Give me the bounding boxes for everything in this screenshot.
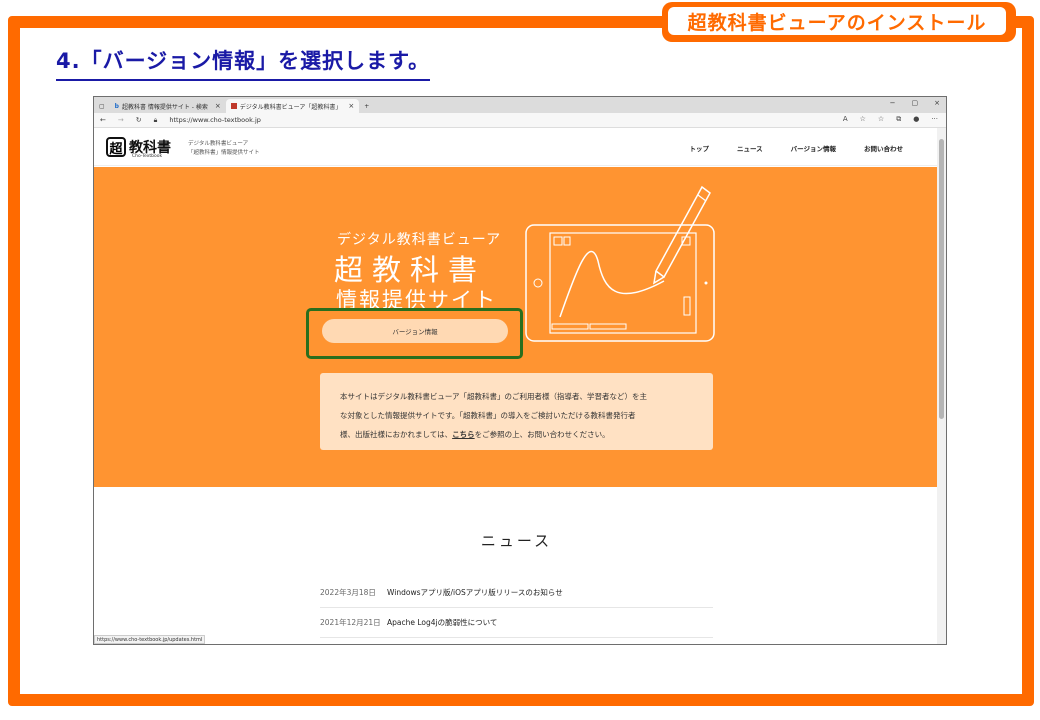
scrollbar-thumb[interactable]: [939, 139, 944, 419]
tablet-pen-illustration: [525, 185, 715, 342]
notice-text: をご参照の上、お問い合わせください。: [474, 430, 610, 439]
forward-icon[interactable]: →: [118, 116, 124, 124]
notice-line: 様、出版社様におかれましては、こちらをご参照の上、お問い合わせください。: [340, 425, 693, 444]
highlight-box: [306, 308, 523, 359]
tab-actions-icon[interactable]: ▢: [94, 99, 110, 113]
notice-link[interactable]: こちら: [452, 430, 475, 439]
url-input[interactable]: https://www.cho-textbook.jp: [169, 116, 261, 124]
profile-icon[interactable]: ●: [913, 115, 919, 124]
notice-line: 本サイトはデジタル教科書ビューア「超教科書」のご利用者様（指導者、学習者など）を…: [340, 392, 648, 401]
window-controls: − ▢ ×: [890, 99, 940, 107]
news-item[interactable]: 2022年3月18日 Windowsアプリ版/iOSアプリ版リリースのお知らせ: [320, 578, 713, 608]
logo-desc-line: 「超教科書」情報提供サイト: [188, 150, 260, 156]
logo-mark[interactable]: 超: [106, 137, 126, 157]
read-aloud-icon[interactable]: A: [843, 115, 848, 124]
nav-version[interactable]: バージョン情報: [791, 143, 836, 153]
status-url: https://www.cho-textbook.jp/updates.html: [94, 635, 206, 644]
notice-text: 様、出版社様におかれましては、: [340, 430, 453, 439]
logo-desc-line: デジタル教科書ビューア: [188, 141, 249, 147]
section-label: 超教科書ビューアのインストール: [668, 7, 1006, 35]
maximize-icon[interactable]: ▢: [912, 99, 919, 107]
nav-news[interactable]: ニュース: [737, 143, 763, 153]
close-window-icon[interactable]: ×: [934, 99, 940, 107]
close-tab-icon[interactable]: ×: [215, 102, 221, 110]
address-bar: ← → ↻ 🔒︎ https://www.cho-textbook.jp A ☆…: [94, 113, 946, 128]
hero-section: デジタル教科書ビューア 超教科書 情報提供サイト バージョン情報 本サイトはデジ…: [94, 167, 939, 487]
browser-tab-site[interactable]: デジタル教科書ビューア「超教科書」 ×: [225, 99, 360, 113]
logo-description: デジタル教科書ビューア 「超教科書」情報提供サイト: [188, 140, 260, 158]
back-icon[interactable]: ←: [100, 116, 106, 124]
nav-contact[interactable]: お問い合わせ: [864, 143, 903, 153]
site-nav: トップ ニュース バージョン情報 お問い合わせ: [689, 143, 903, 153]
news-date: 2021年12月21日: [320, 618, 381, 627]
new-tab-button[interactable]: +: [359, 99, 374, 113]
browser-tab-search[interactable]: b 超教科書 情報提供サイト - 検索 ×: [110, 99, 226, 113]
hero-title: 超教科書: [334, 253, 487, 287]
hero-subtitle: デジタル教科書ビューア: [337, 232, 502, 248]
news-text[interactable]: Windowsアプリ版/iOSアプリ版リリースのお知らせ: [387, 587, 563, 598]
minimize-icon[interactable]: −: [890, 99, 896, 107]
close-tab-icon[interactable]: ×: [348, 102, 354, 110]
news-text[interactable]: Apache Log4jの脆弱性について: [387, 617, 497, 628]
page-viewport: 超 教科書 Cho-Textbook デジタル教科書ビューア 「超教科書」情報提…: [94, 128, 939, 644]
lock-icon: 🔒︎: [153, 115, 158, 124]
site-header: 超 教科書 Cho-Textbook デジタル教科書ビューア 「超教科書」情報提…: [94, 128, 939, 166]
tab-label: 超教科書 情報提供サイト - 検索: [121, 103, 208, 111]
notice-line: な対象とした情報提供サイトです。「超教科書」の導入をご検討いただける教科書発行者: [340, 411, 636, 420]
step-title: 4.「バージョン情報」を選択します。: [56, 45, 431, 81]
toolbar-icons: A ☆ ☆ ⧉ ● ···: [843, 115, 938, 124]
tracking-icon[interactable]: ☆: [860, 115, 866, 124]
refresh-icon[interactable]: ↻: [136, 116, 142, 124]
news-item[interactable]: 2021年12月21日 Apache Log4jの脆弱性について: [320, 608, 713, 638]
favicon-icon: [230, 103, 237, 109]
nav-top[interactable]: トップ: [689, 143, 709, 153]
news-heading: ニュース: [480, 532, 553, 550]
more-icon[interactable]: ···: [931, 115, 938, 124]
logo-sub: Cho-Textbook: [132, 154, 163, 159]
collections-icon[interactable]: ⧉: [896, 115, 901, 124]
browser-window: ▢ b 超教科書 情報提供サイト - 検索 × デジタル教科書ビューア「超教科書…: [93, 96, 947, 645]
tab-label: デジタル教科書ビューア「超教科書」: [239, 103, 342, 111]
tab-bar: ▢ b 超教科書 情報提供サイト - 検索 × デジタル教科書ビューア「超教科書…: [94, 97, 946, 113]
favorites-icon[interactable]: ☆: [878, 115, 884, 124]
notice-box: 本サイトはデジタル教科書ビューア「超教科書」のご利用者様（指導者、学習者など）を…: [320, 373, 713, 450]
news-date: 2022年3月18日: [320, 588, 376, 597]
bing-icon: b: [114, 102, 119, 110]
